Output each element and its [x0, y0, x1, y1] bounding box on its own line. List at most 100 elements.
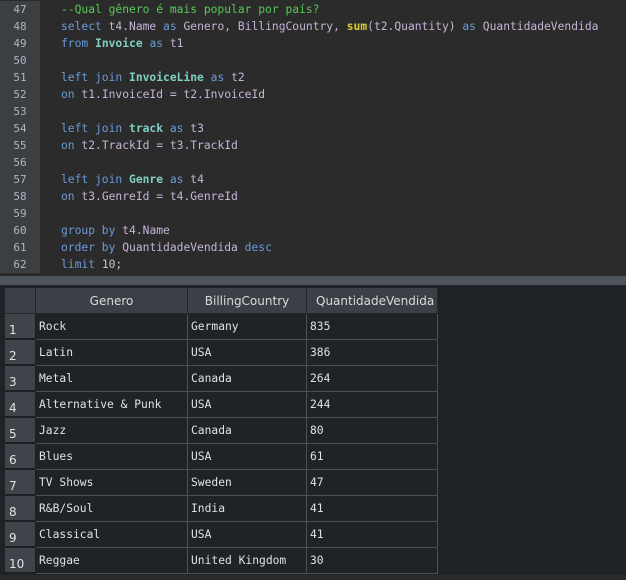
line-number: 56 — [0, 154, 40, 171]
sql-keyword: as — [149, 37, 164, 50]
code-line-57: 57 left join Genre as t4 — [0, 171, 626, 188]
sql-comment: --Qual gênero é mais popular por país? — [61, 3, 320, 16]
code-line-48: 48 select t4.Name as Genero, BillingCoun… — [0, 18, 626, 35]
column-header-billingcountry[interactable]: BillingCountry — [188, 288, 307, 314]
line-number: 53 — [0, 103, 40, 120]
line-number: 62 — [0, 256, 40, 273]
cell-billingcountry[interactable]: United Kingdom — [188, 548, 307, 574]
row-number[interactable]: 6 — [5, 444, 36, 469]
sql-identifier: QuantidadeVendida — [482, 20, 599, 33]
line-number: 48 — [0, 18, 40, 35]
cell-quantidadevendida[interactable]: 835 — [307, 314, 438, 340]
row-number[interactable]: 8 — [5, 496, 36, 521]
results-panel: Genero BillingCountry QuantidadeVendida … — [0, 285, 626, 575]
code-line-62: 62 limit 10; — [0, 256, 626, 273]
code-line-53: 53 — [0, 103, 626, 120]
cell-quantidadevendida[interactable]: 386 — [307, 340, 438, 366]
cell-billingcountry[interactable]: Canada — [188, 366, 307, 392]
cell-billingcountry[interactable]: USA — [188, 340, 307, 366]
cell-quantidadevendida[interactable]: 264 — [307, 366, 438, 392]
pane-splitter[interactable] — [0, 276, 626, 285]
row-number[interactable]: 7 — [5, 470, 36, 495]
sql-condition: t2.TrackId = t3.TrackId — [81, 139, 238, 152]
row-number[interactable]: 4 — [5, 392, 36, 417]
cell-quantidadevendida[interactable]: 61 — [307, 444, 438, 470]
sql-function: sum — [346, 20, 368, 33]
sql-editor[interactable]: 47 --Qual gênero é mais popular por país… — [0, 0, 626, 276]
cell-billingcountry[interactable]: USA — [188, 522, 307, 548]
cell-genero[interactable]: Classical — [36, 522, 188, 548]
cell-quantidadevendida[interactable]: 41 — [307, 496, 438, 522]
line-number: 49 — [0, 35, 40, 52]
sql-identifier: t2 — [231, 71, 245, 84]
cell-billingcountry[interactable]: Sweden — [188, 470, 307, 496]
column-header-genero[interactable]: Genero — [36, 288, 188, 314]
cell-billingcountry[interactable]: USA — [188, 392, 307, 418]
line-number: 60 — [0, 222, 40, 239]
cell-quantidadevendida[interactable]: 30 — [307, 548, 438, 574]
line-number: 51 — [0, 69, 40, 86]
sql-keyword: order by — [61, 241, 116, 254]
code-line-56: 56 — [0, 154, 626, 171]
code-line-60: 60 group by t4.Name — [0, 222, 626, 239]
row-number[interactable]: 2 — [5, 340, 36, 365]
cell-genero[interactable]: Latin — [36, 340, 188, 366]
sql-identifier: t3 — [190, 122, 204, 135]
cell-genero[interactable]: Jazz — [36, 418, 188, 444]
cell-genero[interactable]: Blues — [36, 444, 188, 470]
sql-identifier: BillingCountry, — [237, 20, 340, 33]
sql-identifier: t1 — [169, 37, 184, 50]
sql-keyword: on — [61, 190, 75, 203]
sql-identifier: QuantidadeVendida — [122, 241, 238, 254]
code-line-55: 55 on t2.TrackId = t3.TrackId — [0, 137, 626, 154]
sql-keyword: as — [210, 71, 225, 84]
cell-billingcountry[interactable]: India — [188, 496, 307, 522]
cell-quantidadevendida[interactable]: 80 — [307, 418, 438, 444]
cell-genero[interactable]: Metal — [36, 366, 188, 392]
line-number: 47 — [0, 1, 40, 18]
cell-genero[interactable]: Reggae — [36, 548, 188, 574]
sql-identifier: t4.Name — [108, 20, 157, 33]
sql-table: track — [129, 122, 164, 135]
sql-identifier: (t2.Quantity) — [367, 20, 456, 33]
row-number[interactable]: 1 — [5, 314, 36, 339]
cell-billingcountry[interactable]: USA — [188, 444, 307, 470]
cell-genero[interactable]: Alternative & Punk — [36, 392, 188, 418]
sql-keyword: desc — [244, 241, 272, 254]
sql-keyword: select — [61, 20, 102, 33]
code-line-58: 58 on t3.GenreId = t4.GenreId — [0, 188, 626, 205]
cell-quantidadevendida[interactable]: 47 — [307, 470, 438, 496]
cell-genero[interactable]: R&B/Soul — [36, 496, 188, 522]
row-number[interactable]: 5 — [5, 418, 36, 443]
code-line-51: 51 left join InvoiceLine as t2 — [0, 69, 626, 86]
sql-condition: t1.InvoiceId = t2.InvoiceId — [81, 88, 266, 101]
cell-genero[interactable]: Rock — [36, 314, 188, 340]
code-line-54: 54 left join track as t3 — [0, 120, 626, 137]
cell-billingcountry[interactable]: Canada — [188, 418, 307, 444]
sql-keyword: on — [61, 139, 75, 152]
sql-keyword: as — [169, 122, 184, 135]
cell-quantidadevendida[interactable]: 244 — [307, 392, 438, 418]
sql-keyword: as — [169, 173, 184, 186]
sql-identifier: t4 — [190, 173, 204, 186]
column-header-quantidadevendida[interactable]: QuantidadeVendida — [307, 288, 438, 314]
cell-genero[interactable]: TV Shows — [36, 470, 188, 496]
sql-identifier: t4.Name — [122, 224, 170, 237]
sql-keyword: left join — [61, 173, 123, 186]
sql-keyword: as — [163, 20, 177, 33]
code-line-47: 47 --Qual gênero é mais popular por país… — [0, 1, 626, 18]
sql-table: Genre — [129, 173, 164, 186]
line-number: 58 — [0, 188, 40, 205]
row-number[interactable]: 9 — [5, 522, 36, 547]
sql-keyword: as — [462, 20, 476, 33]
sql-keyword: group by — [61, 224, 116, 237]
row-number[interactable]: 3 — [5, 366, 36, 391]
row-number[interactable]: 10 — [5, 548, 36, 573]
sql-keyword: left join — [61, 122, 123, 135]
cell-billingcountry[interactable]: Germany — [188, 314, 307, 340]
cell-quantidadevendida[interactable]: 41 — [307, 522, 438, 548]
grid-corner[interactable] — [5, 288, 36, 314]
sql-keyword: on — [61, 88, 75, 101]
line-number: 50 — [0, 52, 40, 69]
line-number: 54 — [0, 120, 40, 137]
